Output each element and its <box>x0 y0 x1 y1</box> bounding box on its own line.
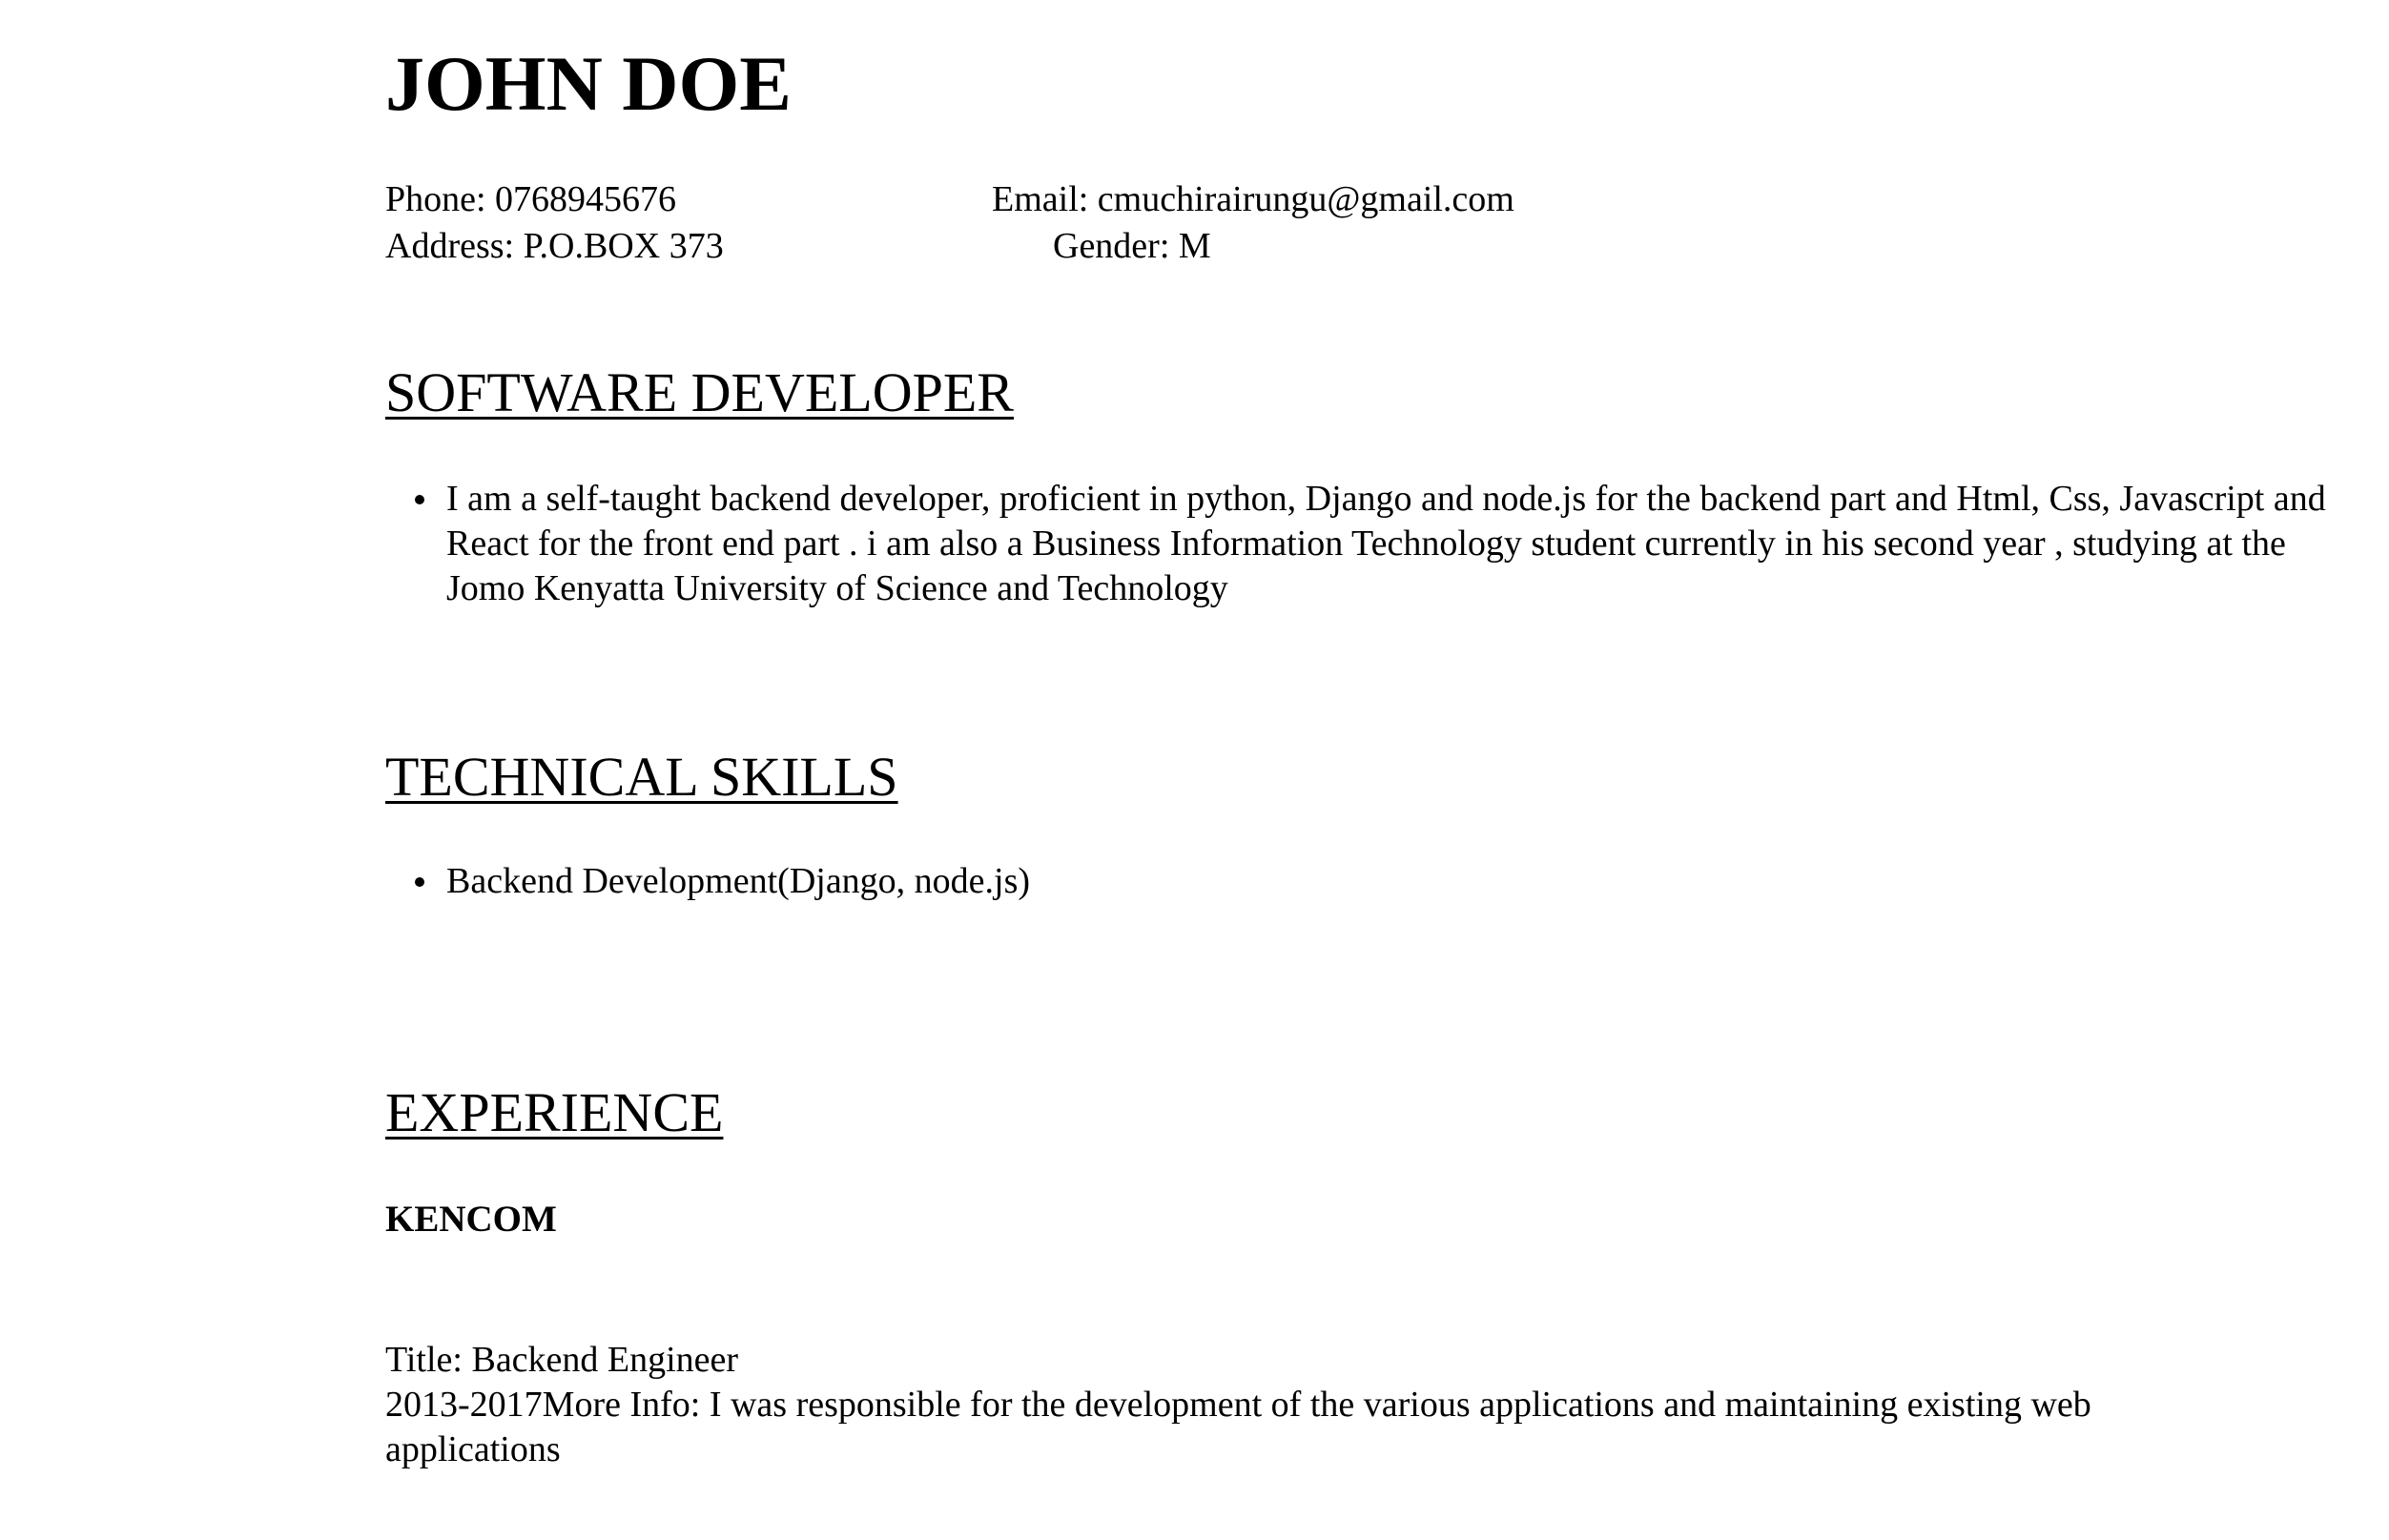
profile-bullet: I am a self-taught backend developer, pr… <box>385 477 2331 611</box>
bullet-icon <box>415 495 424 504</box>
experience-heading: EXPERIENCE <box>385 1081 724 1143</box>
profile-list: I am a self-taught backend developer, pr… <box>385 477 2331 611</box>
job-title-text: Title: Backend Engineer <box>385 1340 739 1380</box>
skill-item: Backend Development(Django, node.js) <box>385 859 2331 904</box>
job-info-text: 2013-2017More Info: I was responsible fo… <box>385 1385 2091 1469</box>
skills-list: Backend Development(Django, node.js) <box>385 859 2331 904</box>
skill-text: Backend Development(Django, node.js) <box>446 861 1031 901</box>
skills-heading: TECHNICAL SKILLS <box>385 746 898 808</box>
bullet-icon <box>415 877 424 887</box>
job-details: Title: Backend Engineer 2013-2017More In… <box>385 1338 2235 1472</box>
gender-text: Gender: M <box>1053 226 1211 266</box>
phone-text: Phone: 0768945676 <box>385 179 677 219</box>
email-text: Email: cmuchirairungu@gmail.com <box>992 179 1514 219</box>
profile-heading: SOFTWARE DEVELOPER <box>385 361 1014 423</box>
address-text: Address: P.O.BOX 373 <box>385 226 724 266</box>
company-name: KENCOM <box>385 1199 557 1240</box>
profile-summary-text: I am a self-taught backend developer, pr… <box>446 479 2326 608</box>
candidate-name: JOHN DOE <box>385 40 792 127</box>
